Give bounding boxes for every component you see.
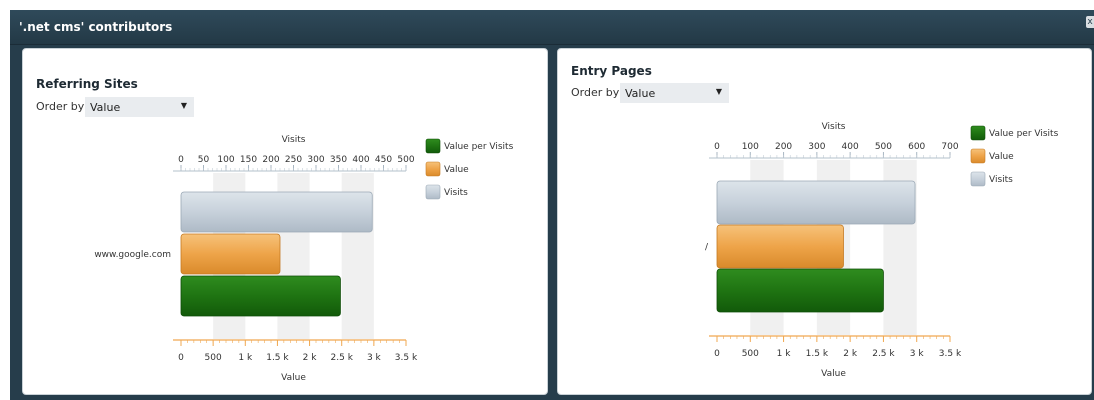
top-axis-tick-label: 50 xyxy=(198,155,210,165)
legend-swatch xyxy=(425,184,441,200)
top-axis-tick-label: 700 xyxy=(941,142,958,152)
bottom-axis-tick-label: 2.5 k xyxy=(872,349,895,359)
top-axis-tick-label: 100 xyxy=(217,155,234,165)
top-axis-title: Visits xyxy=(822,122,846,132)
bar-value-per-visits xyxy=(180,275,341,317)
bottom-axis-tick-label: 3.5 k xyxy=(939,349,962,359)
legend-label: Value xyxy=(989,152,1014,162)
bottom-axis-title: Value xyxy=(821,369,846,379)
top-axis-tick-label: 200 xyxy=(262,155,279,165)
bottom-axis-tick-label: 3.5 k xyxy=(395,353,418,363)
top-axis-tick-label: 250 xyxy=(285,155,302,165)
legend-label: Visits xyxy=(989,175,1013,185)
bottom-axis-tick-label: 0 xyxy=(178,353,184,363)
top-axis-tick-label: 0 xyxy=(714,142,720,152)
legend-label: Visits xyxy=(444,188,468,198)
contributors-window: '.net cms' contributors x Referring Site… xyxy=(10,10,1094,400)
top-axis-tick-label: 300 xyxy=(307,155,324,165)
top-axis-tick-label: 100 xyxy=(742,142,759,152)
top-axis-tick-label: 200 xyxy=(775,142,792,152)
bottom-axis-tick-label: 2 k xyxy=(843,349,858,359)
legend-swatch xyxy=(970,148,986,164)
legend-label: Value per Visits xyxy=(989,129,1059,139)
bar-value xyxy=(716,224,844,269)
top-axis-tick-label: 500 xyxy=(875,142,892,152)
bottom-axis-tick-label: 1 k xyxy=(777,349,792,359)
top-axis-tick-label: 350 xyxy=(330,155,347,165)
browser-top-strip xyxy=(0,0,1094,10)
legend-swatch xyxy=(425,138,441,154)
top-axis-tick-label: 450 xyxy=(375,155,392,165)
bottom-axis-tick-label: 1 k xyxy=(238,353,253,363)
bottom-axis-tick-label: 1.5 k xyxy=(266,353,289,363)
bottom-axis-tick-label: 2 k xyxy=(303,353,318,363)
category-label: / xyxy=(705,243,709,253)
bottom-axis-tick-label: 1.5 k xyxy=(806,349,829,359)
referring-sites-chart: Visits 0 50 100 150 200 250 300 350 400 450 500 0 500… xyxy=(94,135,514,383)
category-label: www.google.com xyxy=(94,250,171,260)
top-axis-title: Visits xyxy=(282,135,306,145)
referring-sites-panel: Referring Sites Order by Value ▼ Visits 0… xyxy=(22,48,548,395)
bottom-axis-tick-label: 500 xyxy=(205,353,222,363)
legend-swatch xyxy=(970,125,986,141)
bottom-axis-tick-label: 2.5 k xyxy=(331,353,354,363)
entry-pages-panel: Entry Pages Order by Value ▼ Visits 0 100 2… xyxy=(557,48,1092,395)
top-axis-tick-label: 0 xyxy=(178,155,184,165)
bar-visits xyxy=(716,180,916,225)
top-axis-tick-label: 600 xyxy=(908,142,925,152)
close-button[interactable]: x xyxy=(1086,16,1094,28)
top-axis-tick-label: 400 xyxy=(352,155,369,165)
bottom-axis-tick-label: 500 xyxy=(742,349,759,359)
entry-pages-chart: Visits 0 100 200 300 400 500 600 700 0 500 1 k 1.5 k… xyxy=(705,122,1059,379)
top-axis-tick-label: 500 xyxy=(397,155,414,165)
legend-swatch xyxy=(970,171,986,187)
bottom-axis-tick-label: 0 xyxy=(714,349,720,359)
bar-visits xyxy=(180,191,373,233)
bottom-axis-tick-label: 3 k xyxy=(367,353,382,363)
legend-label: Value per Visits xyxy=(444,142,514,152)
window-titlebar: '.net cms' contributors x xyxy=(10,10,1094,45)
bottom-axis-tick-label: 3 k xyxy=(910,349,925,359)
top-axis-tick-label: 150 xyxy=(240,155,257,165)
top-axis-tick-label: 300 xyxy=(808,142,825,152)
legend-swatch xyxy=(425,161,441,177)
bottom-axis-title: Value xyxy=(281,373,306,383)
bar-value-per-visits xyxy=(716,268,884,313)
window-title: '.net cms' contributors xyxy=(19,20,173,34)
legend-label: Value xyxy=(444,165,469,175)
bar-value xyxy=(180,233,281,275)
top-axis-tick-label: 400 xyxy=(842,142,859,152)
